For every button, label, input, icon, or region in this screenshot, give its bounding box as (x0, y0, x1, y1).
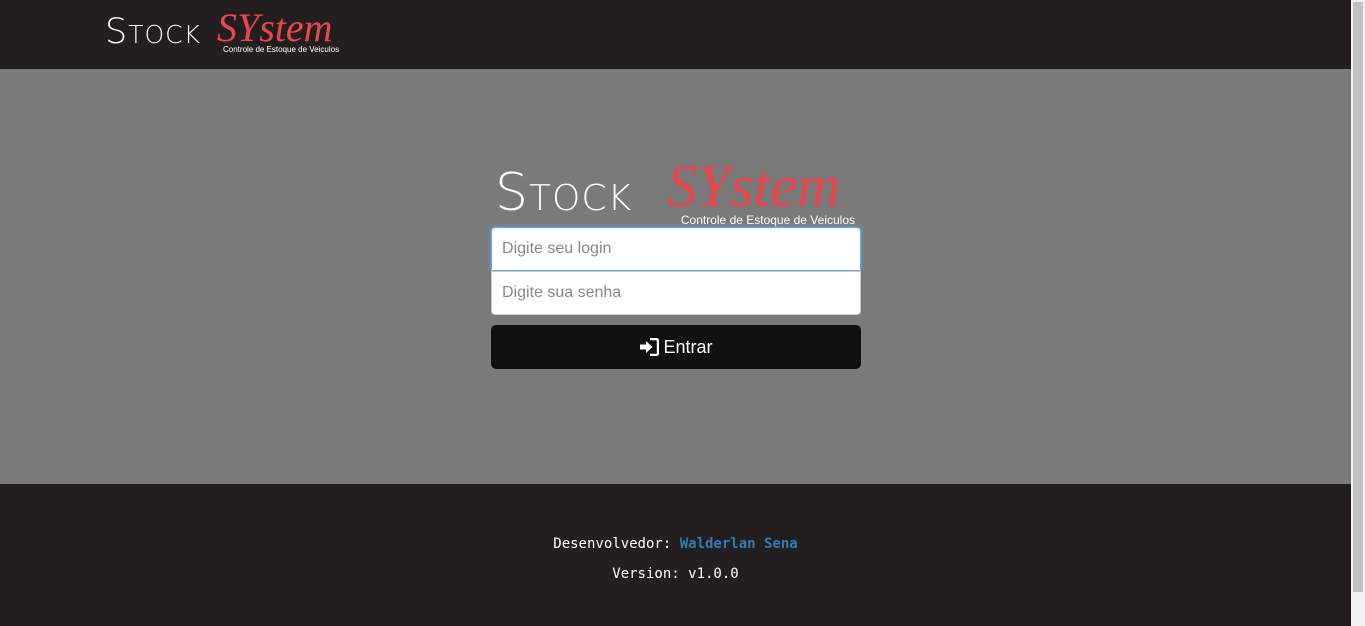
page: Stock SYstem Controle de Estoque de Veic… (0, 0, 1365, 626)
login-section: Stock SYstem Controle de Estoque de Veic… (0, 69, 1351, 484)
logo-tagline: Controle de Estoque de Veiculos (223, 45, 340, 54)
version-label: Version: (612, 566, 680, 582)
developer-line: Desenvolvedor: Walderlan Sena (0, 536, 1351, 552)
login-form: Entrar (491, 227, 861, 369)
vertical-scrollbar[interactable] (1351, 0, 1365, 626)
enter-button[interactable]: Entrar (491, 325, 861, 369)
logo-word-stock: Stock (495, 163, 633, 223)
developer-link[interactable]: Walderlan Sena (680, 536, 798, 552)
logo-word-stock: Stock (105, 12, 202, 52)
login-logo: Stock SYstem Controle de Estoque de Veic… (495, 153, 860, 227)
password-input[interactable] (491, 271, 861, 315)
navbar: Stock SYstem Controle de Estoque de Veic… (0, 0, 1351, 69)
sign-in-icon (640, 338, 660, 356)
logo-word-system: SYstem (217, 5, 333, 50)
version-value: v1.0.0 (688, 566, 739, 582)
login-input[interactable] (491, 227, 861, 271)
version-line: Version: v1.0.0 (0, 566, 1351, 582)
developer-label: Desenvolvedor: (553, 536, 672, 552)
scrollbar-thumb[interactable] (1353, 2, 1363, 592)
logo-word-system: SYstem (667, 153, 841, 219)
enter-button-label: Entrar (663, 336, 713, 357)
logo-tagline: Controle de Estoque de Veiculos (680, 213, 855, 227)
footer: Desenvolvedor: Walderlan Sena Version: v… (0, 484, 1351, 626)
